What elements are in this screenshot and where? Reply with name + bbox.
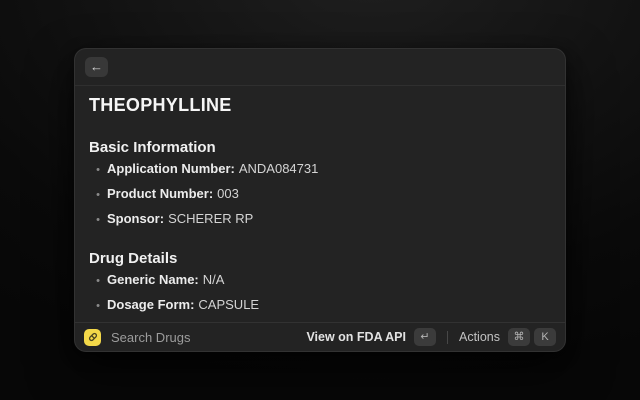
field-value: 003 xyxy=(217,187,239,201)
bullet-icon: • xyxy=(89,213,107,227)
basic-information-list: • Application Number: ANDA084731 • Produ… xyxy=(89,162,551,227)
field-label: Application Number: xyxy=(107,162,235,176)
back-arrow-icon: ← xyxy=(90,59,103,74)
view-on-fda-api-button[interactable]: View on FDA API ↵ xyxy=(306,328,436,346)
field-label: Sponsor: xyxy=(107,212,164,226)
list-item: • Sponsor: SCHERER RP xyxy=(89,212,551,227)
footer-divider xyxy=(447,331,448,344)
pill-icon xyxy=(84,329,101,346)
bullet-icon: • xyxy=(89,299,107,313)
field-label: Generic Name: xyxy=(107,273,199,287)
list-item: • Dosage Form: CAPSULE xyxy=(89,298,551,313)
bullet-icon: • xyxy=(89,274,107,288)
section-heading-basic-information: Basic Information xyxy=(89,139,551,156)
back-button[interactable]: ← xyxy=(85,57,108,77)
list-item: • Product Number: 003 xyxy=(89,187,551,202)
drug-detail-window: ← THEOPHYLLINE Basic Information • Appli… xyxy=(74,48,566,352)
field-value: SCHERER RP xyxy=(168,212,253,226)
field-label: Dosage Form: xyxy=(107,298,194,312)
search-drugs-label: Search Drugs xyxy=(111,330,190,345)
section-heading-drug-details: Drug Details xyxy=(89,250,551,267)
window-footer: Search Drugs View on FDA API ↵ Actions ⌘… xyxy=(75,322,565,351)
command-key-icon: ⌘ xyxy=(508,328,530,346)
view-on-fda-api-label: View on FDA API xyxy=(306,330,406,344)
drug-details-list: • Generic Name: N/A • Dosage Form: CAPSU… xyxy=(89,273,551,322)
page-title: THEOPHYLLINE xyxy=(89,95,551,116)
window-header: ← xyxy=(75,49,565,86)
bullet-icon: • xyxy=(89,163,107,177)
field-value: ANDA084731 xyxy=(239,162,319,176)
actions-label: Actions xyxy=(459,330,500,344)
field-label: Product Number: xyxy=(107,187,213,201)
actions-button[interactable]: Actions ⌘ K xyxy=(459,328,556,346)
bullet-icon: • xyxy=(89,188,107,202)
field-value: CAPSULE xyxy=(198,298,259,312)
list-item: • Application Number: ANDA084731 xyxy=(89,162,551,177)
detail-content: THEOPHYLLINE Basic Information • Applica… xyxy=(75,86,565,322)
list-item: • Generic Name: N/A xyxy=(89,273,551,288)
enter-key-icon: ↵ xyxy=(414,328,436,346)
field-value: N/A xyxy=(203,273,225,287)
k-key-icon: K xyxy=(534,328,556,346)
footer-actions: View on FDA API ↵ Actions ⌘ K xyxy=(306,328,556,346)
